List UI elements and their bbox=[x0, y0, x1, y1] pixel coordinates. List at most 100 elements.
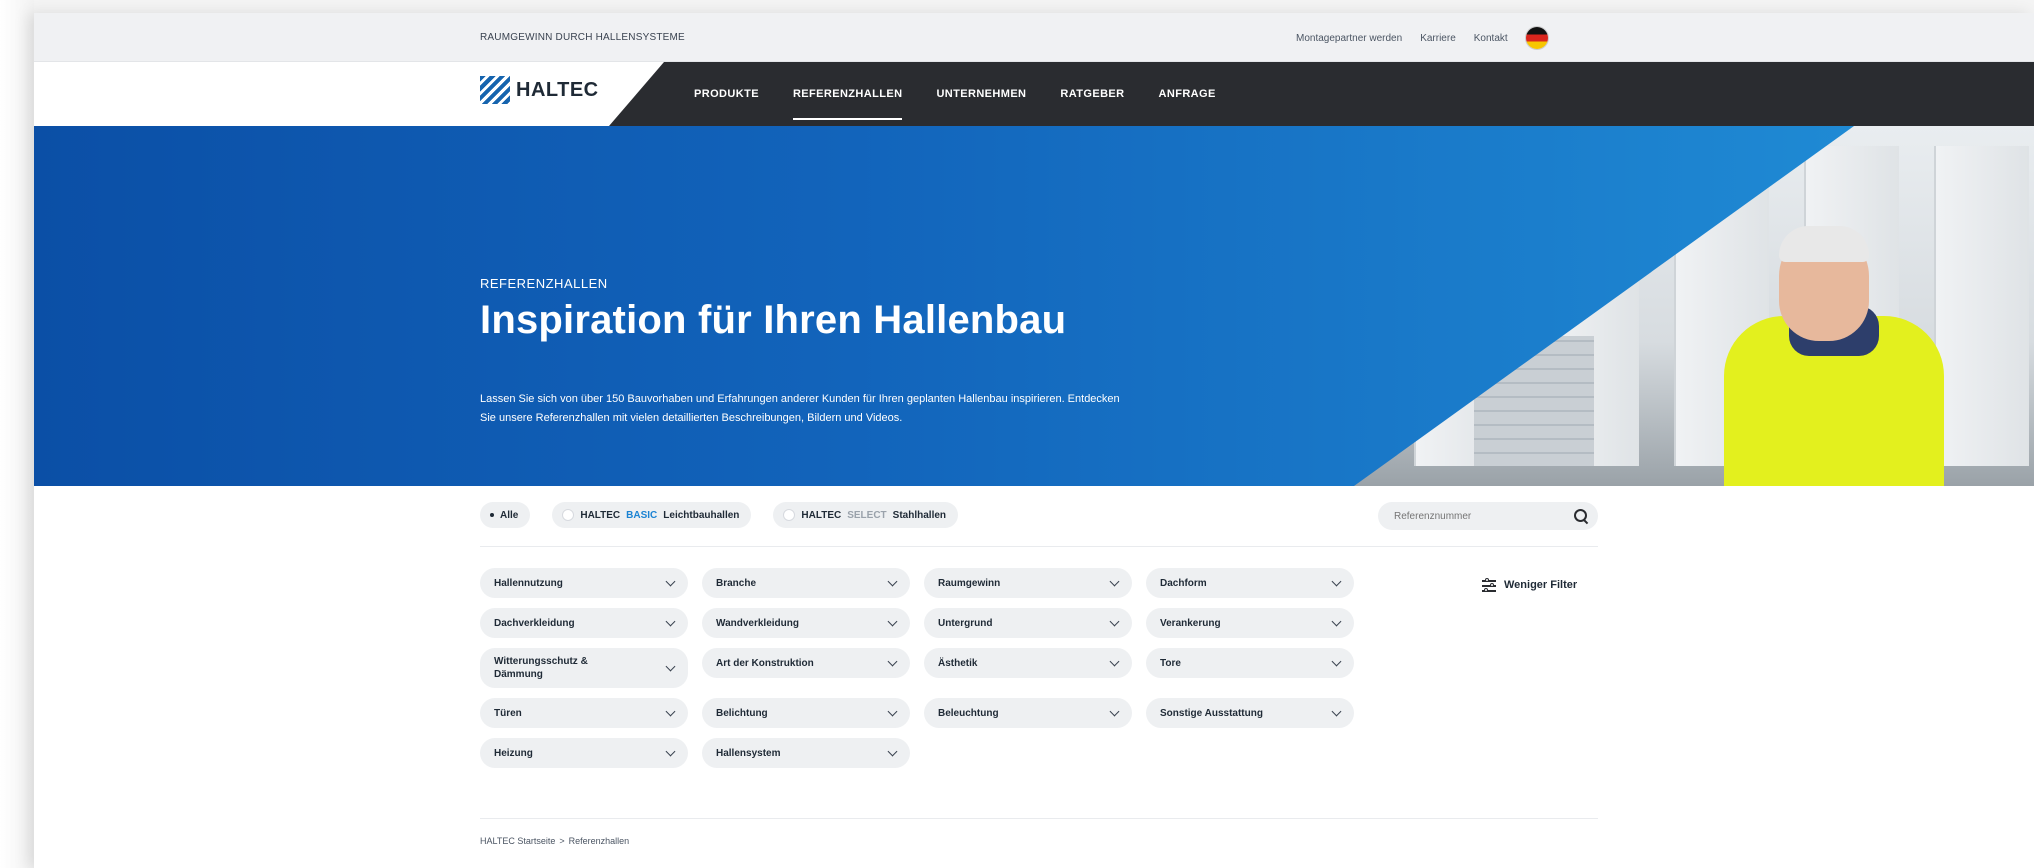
breadcrumb-current: Referenzhallen bbox=[568, 836, 630, 846]
nav-item-referenzhallen[interactable]: REFERENZHALLEN bbox=[792, 82, 903, 120]
dropdown-label: Branche bbox=[716, 577, 757, 589]
chevron-down-icon bbox=[1331, 706, 1342, 716]
radio-icon bbox=[562, 509, 575, 521]
nav-item-produkte[interactable]: PRODUKTE bbox=[694, 82, 759, 106]
dropdown-label: Untergrund bbox=[938, 617, 993, 629]
slider-knob bbox=[1484, 588, 1488, 592]
chip-prefix: HALTEC bbox=[580, 509, 621, 521]
dropdown-label: Türen bbox=[494, 707, 522, 719]
radio-icon bbox=[783, 509, 796, 521]
nav-item-ratgeber[interactable]: RATGEBER bbox=[1060, 82, 1124, 106]
dropdown-art-der-konstruktion[interactable]: Art der Konstruktion bbox=[702, 648, 910, 678]
dropdown-label: Hallennutzung bbox=[494, 577, 563, 589]
dropdown-verankerung[interactable]: Verankerung bbox=[1146, 608, 1354, 638]
page-shadow bbox=[0, 0, 34, 868]
reference-search bbox=[1378, 502, 1598, 530]
nav-item-anfrage[interactable]: ANFRAGE bbox=[1159, 82, 1216, 106]
dropdown-label: Beleuchtung bbox=[938, 707, 999, 719]
dropdown-label: Hallensystem bbox=[716, 747, 781, 759]
dropdown-label: Art der Konstruktion bbox=[716, 657, 814, 669]
dropdown-untergrund[interactable]: Untergrund bbox=[924, 608, 1132, 638]
main-navigation: HALTEC PRODUKTE REFERENZHALLEN UNTERNEHM… bbox=[34, 62, 2034, 126]
filter-section: Alle HALTEC BASIC Leichtbauhallen HALTEC… bbox=[34, 486, 2034, 868]
chevron-down-icon bbox=[1109, 706, 1120, 716]
dropdown-tore[interactable]: Tore bbox=[1146, 648, 1354, 678]
chevron-down-icon bbox=[887, 576, 898, 586]
chip-accent: BASIC bbox=[626, 509, 658, 521]
nav-menu: PRODUKTE REFERENZHALLEN UNTERNEHMEN RATG… bbox=[694, 62, 1216, 126]
hero-description: Lassen Sie sich von über 150 Bauvorhaben… bbox=[480, 393, 1120, 424]
chevron-down-icon bbox=[887, 746, 898, 756]
search-input[interactable] bbox=[1394, 510, 1574, 522]
link-karriere[interactable]: Karriere bbox=[1420, 33, 1456, 44]
link-montagepartner[interactable]: Montagepartner werden bbox=[1296, 33, 1402, 44]
dropdown-wandverkleidung[interactable]: Wandverkleidung bbox=[702, 608, 910, 638]
chip-select[interactable]: HALTEC SELECT Stahlhallen bbox=[773, 502, 959, 528]
dropdown-raumgewinn[interactable]: Raumgewinn bbox=[924, 568, 1132, 598]
chip-suffix: Stahlhallen bbox=[892, 509, 947, 521]
chevron-down-icon bbox=[665, 576, 676, 586]
chevron-down-icon bbox=[887, 706, 898, 716]
slider-knob bbox=[1485, 578, 1489, 582]
person-hair bbox=[1779, 226, 1869, 262]
chevron-down-icon bbox=[665, 706, 676, 716]
chevron-down-icon bbox=[665, 661, 676, 671]
dropdown-belichtung[interactable]: Belichtung bbox=[702, 698, 910, 728]
dropdown-aesthetik[interactable]: Ästhetik bbox=[924, 648, 1132, 678]
dropdown-label: Dachverkleidung bbox=[494, 617, 575, 629]
dropdown-witterungsschutz[interactable]: Witterungsschutz & Dämmung bbox=[480, 648, 688, 688]
dropdown-label: Wandverkleidung bbox=[716, 617, 799, 629]
dropdown-beleuchtung[interactable]: Beleuchtung bbox=[924, 698, 1132, 728]
filter-dropdown-grid: Hallennutzung Branche Raumgewinn Dachfor… bbox=[480, 568, 1354, 768]
chip-prefix: HALTEC bbox=[801, 509, 842, 521]
logo-mark-icon bbox=[480, 76, 510, 104]
tagline: RAUMGEWINN DURCH HALLENSYSTEME bbox=[480, 32, 685, 43]
dropdown-heizung[interactable]: Heizung bbox=[480, 738, 688, 768]
dropdown-hallensystem[interactable]: Hallensystem bbox=[702, 738, 910, 768]
dropdown-label: Verankerung bbox=[1160, 617, 1221, 629]
german-flag-icon[interactable] bbox=[1525, 27, 1548, 49]
chip-alle[interactable]: Alle bbox=[480, 502, 531, 528]
chip-suffix: Leichtbauhallen bbox=[663, 509, 740, 521]
dropdown-label: Heizung bbox=[494, 747, 533, 759]
slider-knob bbox=[1490, 583, 1494, 587]
dropdown-hallennutzung[interactable]: Hallennutzung bbox=[480, 568, 688, 598]
chevron-down-icon bbox=[887, 656, 898, 666]
dropdown-sonstige-ausstattung[interactable]: Sonstige Ausstattung bbox=[1146, 698, 1354, 728]
chip-basic[interactable]: HALTEC BASIC Leichtbauhallen bbox=[552, 502, 752, 528]
nav-item-unternehmen[interactable]: UNTERNEHMEN bbox=[936, 82, 1026, 106]
dropdown-label: Dachform bbox=[1160, 577, 1207, 589]
chevron-down-icon bbox=[1331, 656, 1342, 666]
hero-banner: REFERENZHALLEN Inspiration für Ihren Hal… bbox=[34, 126, 2034, 486]
dropdown-dachform[interactable]: Dachform bbox=[1146, 568, 1354, 598]
dropdown-label: Belichtung bbox=[716, 707, 768, 719]
chip-accent: SELECT bbox=[847, 509, 887, 521]
less-filter-button[interactable]: Weniger Filter bbox=[1482, 578, 1578, 592]
dropdown-label: Sonstige Ausstattung bbox=[1160, 707, 1263, 719]
haltec-logo[interactable]: HALTEC bbox=[480, 76, 599, 104]
hall-wall-panel bbox=[1934, 146, 2029, 466]
chevron-down-icon bbox=[665, 616, 676, 626]
dropdown-dachverkleidung[interactable]: Dachverkleidung bbox=[480, 608, 688, 638]
top-bar: RAUMGEWINN DURCH HALLENSYSTEME Montagepa… bbox=[34, 13, 2034, 62]
selected-dot-icon bbox=[490, 513, 494, 517]
dropdown-label: Witterungsschutz & Dämmung bbox=[494, 656, 588, 680]
category-chips: Alle HALTEC BASIC Leichtbauhallen HALTEC… bbox=[480, 502, 959, 528]
chevron-down-icon bbox=[1109, 616, 1120, 626]
logo-text: HALTEC bbox=[516, 78, 599, 101]
search-icon[interactable] bbox=[1574, 509, 1588, 523]
sliders-icon bbox=[1482, 578, 1496, 592]
chevron-down-icon bbox=[1109, 576, 1120, 586]
link-kontakt[interactable]: Kontakt bbox=[1474, 33, 1508, 44]
dropdown-tueren[interactable]: Türen bbox=[480, 698, 688, 728]
less-filter-label: Weniger Filter bbox=[1504, 579, 1578, 591]
dropdown-branche[interactable]: Branche bbox=[702, 568, 910, 598]
divider bbox=[480, 818, 1598, 819]
dropdown-label: Raumgewinn bbox=[938, 577, 1001, 589]
chevron-down-icon bbox=[1331, 616, 1342, 626]
dropdown-label: Ästhetik bbox=[938, 657, 978, 669]
breadcrumb-home[interactable]: HALTEC Startseite bbox=[480, 836, 555, 846]
breadcrumb: HALTEC Startseite > Referenzhallen bbox=[480, 836, 629, 846]
chevron-down-icon bbox=[887, 616, 898, 626]
top-links: Montagepartner werden Karriere Kontakt bbox=[1296, 27, 1548, 49]
